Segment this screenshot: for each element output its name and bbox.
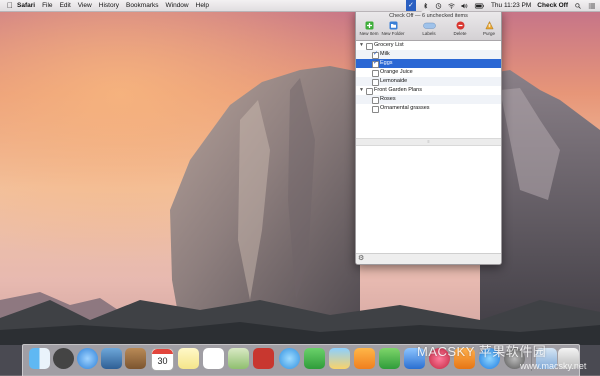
watermark-brand: MACSKY 苹果软件园 [417,344,547,359]
item-label: Lemonaide [380,78,408,84]
pages-icon[interactable] [354,348,375,369]
item-checkbox[interactable] [372,59,379,68]
spotlight-icon[interactable] [574,2,582,9]
popover-arrow [421,8,431,12]
photos-icon[interactable] [329,348,350,369]
labels-label: Labels [422,31,436,36]
finder-icon[interactable] [29,348,50,369]
item-checkbox[interactable] [372,79,379,86]
calendar-day: 30 [157,356,168,366]
calendar-icon[interactable]: 30 [151,348,174,371]
item-label: Ornamental grasses [380,105,430,111]
launchpad-icon[interactable] [53,348,74,369]
item-checkbox[interactable] [372,50,379,59]
app-menu-safari[interactable]: Safari [17,0,35,11]
delete-icon [456,21,464,30]
new-folder-label: New Folder [381,31,405,36]
notification-center-icon[interactable] [588,3,596,9]
folder-row-grocery-list[interactable]: ▼ Grocery List [356,41,501,50]
list-item-ornamental-grasses[interactable]: Ornamental grasses [356,104,501,113]
list-item-eggs[interactable]: Eggs [356,59,501,68]
safari-icon[interactable] [77,348,98,369]
checkoff-popover: Check Off — 6 unchecked items New Item N… [355,10,502,265]
popover-footer: ⚙ [356,253,501,264]
watermark-url: www.macsky.net [520,361,587,371]
checklist: ▼ Grocery List Milk Eggs Orange Juice Le… [356,41,501,113]
reminders-icon[interactable] [203,348,224,369]
maps-icon[interactable] [228,348,249,369]
menu-history[interactable]: History [99,0,119,11]
gear-icon[interactable]: ⚙ [358,255,364,263]
desktop-wallpaper [0,0,600,375]
item-checkbox[interactable] [372,106,379,113]
labels-icon [422,22,436,29]
list-item-lemonaide[interactable]: Lemonaide [356,77,501,86]
menu-bookmarks[interactable]: Bookmarks [126,0,159,11]
menu-view[interactable]: View [78,0,92,11]
folder-label: Grocery List [374,42,404,48]
time-machine-icon[interactable] [435,2,442,9]
folder-row-front-garden-plans[interactable]: ▼ Front Garden Plans [356,86,501,95]
new-item-label: New Item [359,31,379,36]
menu-user[interactable]: Check Off [537,0,568,11]
menu-clock[interactable]: Thu 11:23 PM [491,0,531,11]
new-item-icon [365,21,373,30]
photo-booth-icon[interactable] [253,348,274,369]
menu-help[interactable]: Help [196,0,209,11]
battery-icon[interactable] [474,3,485,9]
folder-label: Front Garden Plans [374,87,422,93]
labels-button[interactable]: Labels [416,21,442,36]
volume-icon[interactable] [461,3,468,9]
item-checkbox[interactable] [372,70,379,77]
item-checkbox[interactable] [372,97,379,104]
list-item-roses[interactable]: Roses [356,95,501,104]
purge-label: Purge [482,31,495,36]
checkoff-icon[interactable]: ✓ [405,0,416,11]
popover-header: Check Off — 6 unchecked items New Item N… [356,11,501,41]
list-item-milk[interactable]: Milk [356,50,501,59]
wifi-icon[interactable] [448,3,455,9]
purge-button[interactable]: Purge [476,21,501,36]
menu-window[interactable]: Window [166,0,189,11]
purge-icon [484,21,494,30]
delete-button[interactable]: Delete [447,21,473,36]
numbers-icon[interactable] [379,348,400,369]
contacts-icon[interactable] [125,348,146,369]
disclosure-triangle-icon[interactable]: ▼ [359,86,364,95]
item-label: Roses [380,96,396,102]
popover-toolbar: New Item New Folder Labels Delete Purge [356,21,501,39]
messages-icon[interactable] [279,348,300,369]
item-label: Eggs [380,60,393,66]
preview-icon[interactable] [101,348,122,369]
apple-menu-icon[interactable]:  [3,0,17,11]
notes-icon[interactable] [178,348,199,369]
list-item-orange-juice[interactable]: Orange Juice [356,68,501,77]
disclosure-triangle-icon[interactable]: ▼ [359,41,364,50]
new-item-button[interactable]: New Item [356,21,382,36]
menu-file[interactable]: File [42,0,52,11]
menu-edit[interactable]: Edit [60,0,71,11]
folder-checkbox[interactable] [366,43,373,50]
menu-bar:  Safari File Edit View History Bookmark… [0,0,600,12]
new-folder-icon [389,21,397,30]
pane-splitter[interactable]: ≡ [356,138,501,146]
facetime-icon[interactable] [304,348,325,369]
popover-title: Check Off — 6 unchecked items [389,13,468,19]
folder-checkbox[interactable] [366,88,373,95]
delete-label: Delete [453,31,467,36]
item-label: Milk [380,51,390,57]
new-folder-button[interactable]: New Folder [380,21,406,36]
item-label: Orange Juice [380,69,413,75]
